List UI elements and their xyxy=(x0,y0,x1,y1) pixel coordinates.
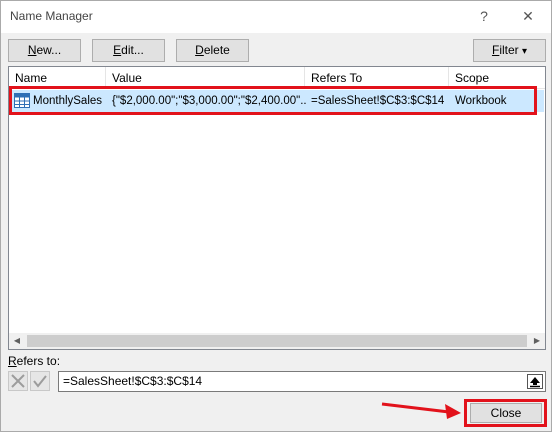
horizontal-scrollbar[interactable]: ◀ ▶ xyxy=(9,333,545,349)
new-button[interactable]: New... xyxy=(8,39,81,62)
chevron-down-icon: ▾ xyxy=(522,46,528,57)
column-header-refers-to[interactable]: Refers To xyxy=(305,67,449,89)
refers-to-value: =SalesSheet!$C$3:$C$14 xyxy=(63,374,203,388)
delete-button[interactable]: Delete xyxy=(176,39,249,62)
list-header: Name Value Refers To Scope xyxy=(9,67,545,89)
collapse-arrow-icon xyxy=(530,377,540,388)
table-row[interactable]: MonthlySales {"$2,000.00";"$3,000.00";"$… xyxy=(10,90,544,112)
window-title: Name Manager xyxy=(10,9,93,23)
table-icon xyxy=(14,93,30,108)
scrollbar-thumb[interactable] xyxy=(27,335,527,347)
cell-scope: Workbook xyxy=(455,95,507,107)
refers-to-input[interactable]: =SalesSheet!$C$3:$C$14 xyxy=(58,371,546,392)
cell-value: {"$2,000.00";"$3,000.00";"$2,400.00"... xyxy=(112,95,306,107)
cancel-x-icon xyxy=(11,374,25,388)
filter-button[interactable]: Filter ▾ xyxy=(473,39,546,62)
checkmark-icon xyxy=(33,375,47,388)
close-button[interactable]: Close xyxy=(470,403,542,423)
cell-refers-to: =SalesSheet!$C$3:$C$14 xyxy=(311,95,445,107)
column-header-scope[interactable]: Scope xyxy=(449,67,545,89)
cell-name: MonthlySales xyxy=(33,95,103,107)
annotation-arrow-icon xyxy=(381,402,461,419)
close-window-button[interactable]: ✕ xyxy=(513,5,543,27)
name-manager-dialog: Name Manager ? ✕ New... Edit... Delete F… xyxy=(0,0,552,432)
refers-to-label: Refers to: xyxy=(8,354,61,368)
edit-button[interactable]: Edit... xyxy=(92,39,165,62)
title-bar: Name Manager ? ✕ xyxy=(1,1,551,33)
names-list[interactable]: Name Value Refers To Scope MonthlySales … xyxy=(8,66,546,350)
column-header-name[interactable]: Name xyxy=(9,67,106,89)
confirm-edit-button[interactable] xyxy=(30,371,50,391)
collapse-dialog-button[interactable] xyxy=(527,374,543,389)
help-button[interactable]: ? xyxy=(469,5,499,27)
scroll-left-icon[interactable]: ◀ xyxy=(9,333,25,349)
scroll-right-icon[interactable]: ▶ xyxy=(529,333,545,349)
cancel-edit-button[interactable] xyxy=(8,371,28,391)
column-header-value[interactable]: Value xyxy=(106,67,305,89)
